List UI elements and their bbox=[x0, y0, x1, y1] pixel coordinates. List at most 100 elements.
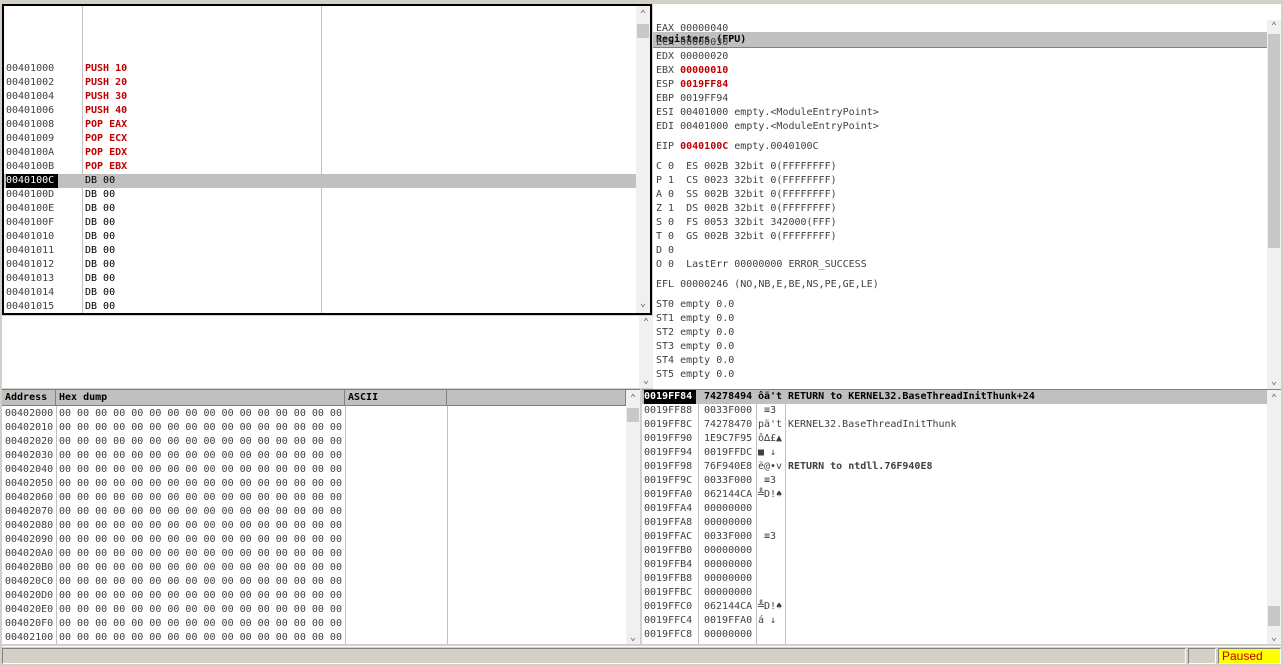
scroll-up-icon[interactable]: ⌃ bbox=[1267, 392, 1281, 406]
scroll-thumb[interactable] bbox=[1268, 34, 1280, 248]
dump-pane[interactable]: Address Hex dump ASCII 00402000 00 00 00 … bbox=[2, 389, 640, 644]
stack-row[interactable]: 0019FFA8 00000000 bbox=[642, 516, 1267, 530]
register-line[interactable]: T 0 GS 002B 32bit 0(FFFFFFFF) bbox=[656, 230, 837, 244]
register-line[interactable]: EBX 00000010 bbox=[656, 64, 728, 78]
stack-pane[interactable]: 0019FF84 74278494 ôä't RETURN to KERNEL32.B… bbox=[642, 389, 1281, 644]
dump-row[interactable]: 004020F0 00 00 00 00 00 00 00 00 00 00 00… bbox=[2, 617, 626, 631]
stack-row[interactable]: 0019FFB8 00000000 bbox=[642, 572, 1267, 586]
scroll-down-icon[interactable]: ⌄ bbox=[1267, 375, 1281, 389]
stack-row[interactable]: 0019FFA0 062144CA ╩D!♠ bbox=[642, 488, 1267, 502]
disasm-row[interactable]: 0040100F DB 00 bbox=[4, 216, 636, 230]
stack-row[interactable]: 0019FF8C 74278470 pä't KERNEL32.BaseThreadI… bbox=[642, 418, 1267, 432]
stack-row[interactable]: 0019FFC4 0019FFA0 á ↓ bbox=[642, 614, 1267, 628]
register-value[interactable]: 0019FF94 bbox=[680, 93, 728, 104]
registers-pane[interactable]: Registers (FPU) EAX 00000040 ECX 00000030… bbox=[653, 4, 1281, 389]
disasm-row[interactable]: 0040100B POP EBX bbox=[4, 160, 636, 174]
disasm-row[interactable]: 00401015 DB 00 bbox=[4, 300, 636, 313]
stack-row[interactable]: 0019FF90 1E9C7F95 ô∆£▲ bbox=[642, 432, 1267, 446]
scroll-down-icon[interactable]: ⌄ bbox=[626, 631, 640, 644]
disasm-row[interactable]: 0040100E DB 00 bbox=[4, 202, 636, 216]
disasm-row[interactable]: 00401011 DB 00 bbox=[4, 244, 636, 258]
register-line[interactable]: S 0 FS 0053 32bit 342000(FFF) bbox=[656, 216, 837, 230]
stack-row[interactable]: 0019FFB4 00000000 bbox=[642, 558, 1267, 572]
register-line[interactable]: ST2 empty 0.0 bbox=[656, 326, 734, 340]
scroll-thumb[interactable] bbox=[1268, 606, 1280, 626]
dump-row[interactable]: 004020B0 00 00 00 00 00 00 00 00 00 00 00… bbox=[2, 561, 626, 575]
scroll-up-icon[interactable]: ⌃ bbox=[636, 8, 650, 22]
dump-header-ascii[interactable]: ASCII bbox=[345, 390, 447, 406]
scroll-down-icon[interactable]: ⌄ bbox=[636, 297, 650, 311]
register-value[interactable]: 00401000 bbox=[680, 121, 728, 132]
disasm-row[interactable]: 00401013 DB 00 bbox=[4, 272, 636, 286]
register-line[interactable]: EIP 0040100C empty.0040100C bbox=[656, 140, 819, 154]
dump-row[interactable]: 004020E0 00 00 00 00 00 00 00 00 00 00 00… bbox=[2, 603, 626, 617]
register-value[interactable]: 0040100C bbox=[680, 141, 728, 152]
register-line[interactable]: A 0 SS 002B 32bit 0(FFFFFFFF) bbox=[656, 188, 837, 202]
disassembly-pane[interactable]: 00401000 PUSH 10 00401002 PUSH 20 00401004 PU… bbox=[2, 4, 652, 315]
dump-row[interactable]: 00402030 00 00 00 00 00 00 00 00 00 00 00… bbox=[2, 449, 626, 463]
register-line[interactable]: P 1 CS 0023 32bit 0(FFFFFFFF) bbox=[656, 174, 837, 188]
stack-row[interactable]: 0019FF84 74278494 ôä't RETURN to KERNEL32.B… bbox=[642, 390, 1267, 404]
register-line[interactable]: EDX 00000020 bbox=[656, 50, 728, 64]
register-line[interactable]: C 0 ES 002B 32bit 0(FFFFFFFF) bbox=[656, 160, 837, 174]
disasm-row[interactable]: 00401016 DB 00 bbox=[4, 314, 636, 315]
stack-row[interactable]: 0019FFC8 00000000 bbox=[642, 628, 1267, 642]
dump-row[interactable]: 004020A0 00 00 00 00 00 00 00 00 00 00 00… bbox=[2, 547, 626, 561]
dump-header-hex[interactable]: Hex dump bbox=[56, 390, 345, 406]
stack-row[interactable]: 0019FF9C 0033F000 ≡3 bbox=[642, 474, 1267, 488]
dump-row[interactable]: 00402010 00 00 00 00 00 00 00 00 00 00 00… bbox=[2, 421, 626, 435]
register-line[interactable]: ST3 empty 0.0 bbox=[656, 340, 734, 354]
register-line[interactable]: ESI 00401000 empty.<ModuleEntryPoint> bbox=[656, 106, 879, 120]
scroll-up-icon[interactable]: ⌃ bbox=[1267, 20, 1281, 34]
disasm-row[interactable]: 0040100D DB 00 bbox=[4, 188, 636, 202]
register-value[interactable]: 00000010 bbox=[680, 65, 728, 76]
dump-row[interactable]: 00402090 00 00 00 00 00 00 00 00 00 00 00… bbox=[2, 533, 626, 547]
disasm-row[interactable]: 00401014 DB 00 bbox=[4, 286, 636, 300]
disassembly-scrollbar[interactable]: ⌃ ⌄ bbox=[636, 6, 650, 313]
stack-scrollbar[interactable]: ⌃ ⌄ bbox=[1267, 390, 1281, 644]
stack-row[interactable]: 0019FF94 0019FFDC ■ ↓ bbox=[642, 446, 1267, 460]
disasm-row[interactable]: 0040100A POP EDX bbox=[4, 146, 636, 160]
dump-row[interactable]: 00402070 00 00 00 00 00 00 00 00 00 00 00… bbox=[2, 505, 626, 519]
register-value[interactable]: 00000020 bbox=[680, 51, 728, 62]
disasm-row[interactable]: 00401012 DB 00 bbox=[4, 258, 636, 272]
disasm-row[interactable]: 00401008 POP EAX bbox=[4, 118, 636, 132]
disasm-row[interactable]: 00401010 DB 00 bbox=[4, 230, 636, 244]
scroll-down-icon[interactable]: ⌄ bbox=[1267, 631, 1281, 644]
register-value[interactable]: 00401000 bbox=[680, 107, 728, 118]
dump-row[interactable]: 00402080 00 00 00 00 00 00 00 00 00 00 00… bbox=[2, 519, 626, 533]
stack-row[interactable]: 0019FF98 76F940E8 ë@∙v RETURN to ntdll.76F9… bbox=[642, 460, 1267, 474]
dump-row[interactable]: 00402100 00 00 00 00 00 00 00 00 00 00 00… bbox=[2, 631, 626, 644]
disasm-row[interactable]: 00401002 PUSH 20 bbox=[4, 76, 636, 90]
dump-row[interactable]: 00402060 00 00 00 00 00 00 00 00 00 00 00… bbox=[2, 491, 626, 505]
register-line[interactable]: ST5 empty 0.0 bbox=[656, 368, 734, 382]
dump-scrollbar[interactable]: ⌃ ⌄ bbox=[626, 390, 640, 644]
register-line[interactable]: ST1 empty 0.0 bbox=[656, 312, 734, 326]
stack-row[interactable]: 0019FFA4 00000000 bbox=[642, 502, 1267, 516]
register-line[interactable]: O 0 LastErr 00000000 ERROR_SUCCESS bbox=[656, 258, 867, 272]
dump-row[interactable]: 004020C0 00 00 00 00 00 00 00 00 00 00 00… bbox=[2, 575, 626, 589]
disasm-row[interactable]: 00401006 PUSH 40 bbox=[4, 104, 636, 118]
stack-row[interactable]: 0019FFC0 062144CA ╩D!♠ bbox=[642, 600, 1267, 614]
register-line[interactable]: ESP 0019FF84 bbox=[656, 78, 728, 92]
registers-scrollbar[interactable]: ⌃ ⌄ bbox=[1267, 20, 1281, 389]
register-line[interactable]: EFL 00000246 (NO,NB,E,BE,NS,PE,GE,LE) bbox=[656, 278, 879, 292]
disasm-row[interactable]: 00401000 PUSH 10 bbox=[4, 62, 636, 76]
disasm-row[interactable]: 00401009 POP ECX bbox=[4, 132, 636, 146]
register-value[interactable]: 00000040 bbox=[680, 23, 728, 34]
info-scrollbar[interactable]: ⌃ ⌄ bbox=[639, 316, 653, 388]
stack-row[interactable]: 0019FFBC 00000000 bbox=[642, 586, 1267, 600]
dump-row[interactable]: 00402050 00 00 00 00 00 00 00 00 00 00 00… bbox=[2, 477, 626, 491]
dump-row[interactable]: 00402000 00 00 00 00 00 00 00 00 00 00 00… bbox=[2, 407, 626, 421]
register-value[interactable]: 00000030 bbox=[680, 37, 728, 48]
register-line[interactable]: ST4 empty 0.0 bbox=[656, 354, 734, 368]
register-value[interactable]: 0019FF84 bbox=[680, 79, 728, 90]
stack-row[interactable]: 0019FFAC 0033F000 ≡3 bbox=[642, 530, 1267, 544]
dump-row[interactable]: 00402020 00 00 00 00 00 00 00 00 00 00 00… bbox=[2, 435, 626, 449]
scroll-up-icon[interactable]: ⌃ bbox=[639, 316, 653, 330]
scroll-up-icon[interactable]: ⌃ bbox=[626, 392, 640, 406]
dump-header-address[interactable]: Address bbox=[2, 390, 56, 406]
register-line[interactable]: Z 1 DS 002B 32bit 0(FFFFFFFF) bbox=[656, 202, 837, 216]
register-line[interactable]: D 0 bbox=[656, 244, 674, 258]
disasm-row[interactable]: 00401004 PUSH 30 bbox=[4, 90, 636, 104]
